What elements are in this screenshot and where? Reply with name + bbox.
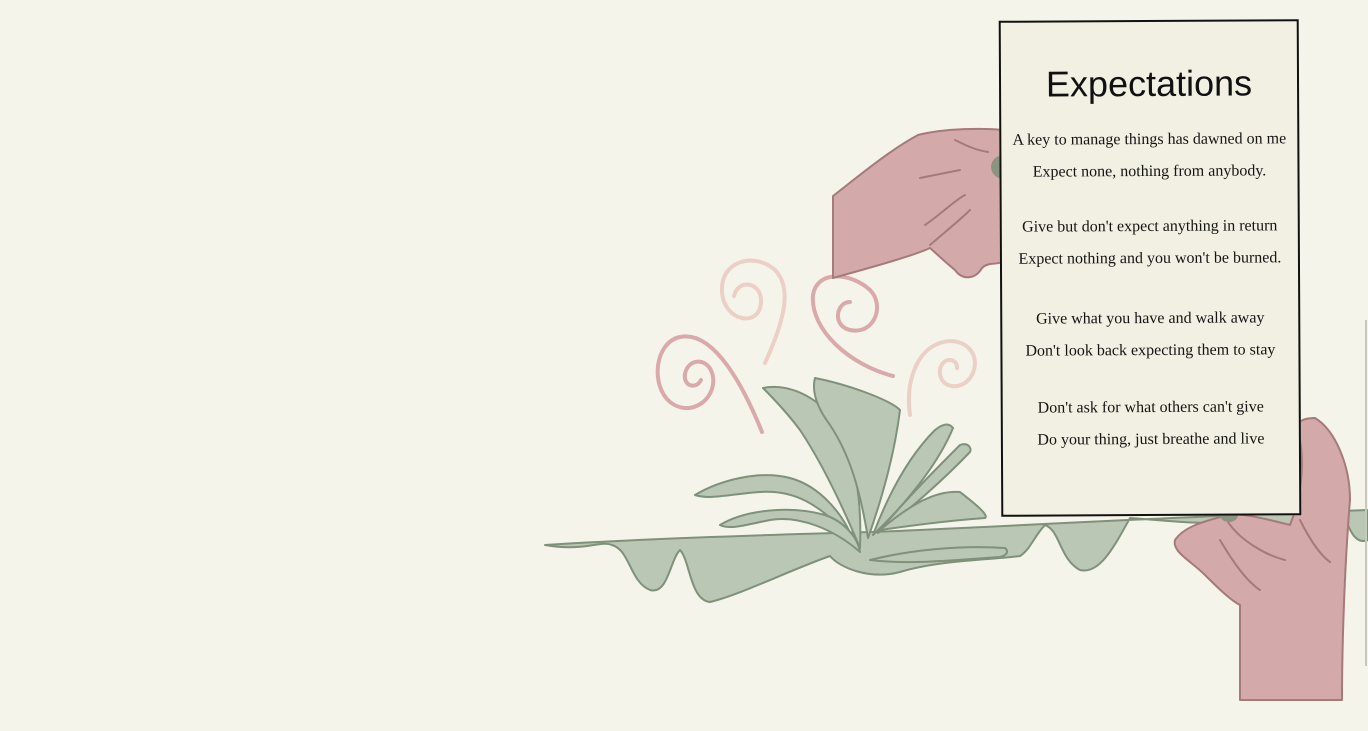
poem-card: Expectations A key to manage things has …: [998, 19, 1302, 517]
scroll-edge-divider: [1365, 320, 1367, 666]
poem-line: Don't ask for what others can't give: [1037, 398, 1264, 417]
poem-stanza-3: Give what you have and walk away Don't l…: [1002, 302, 1298, 368]
swirl-top-left-icon: [719, 258, 787, 365]
poem-line: Do your thing, just breathe and live: [1037, 430, 1265, 449]
poem-line: Give but don't expect anything in return: [1022, 217, 1278, 236]
poem-stanza-4: Don't ask for what others can't give Do …: [1003, 391, 1299, 457]
poem-title: Expectations: [1045, 62, 1253, 105]
poem-line: Expect none, nothing from anybody.: [1032, 162, 1267, 181]
holding-hand-top-icon: [832, 127, 1017, 279]
poem-line: Don't look back expecting them to stay: [1025, 341, 1276, 360]
swirl-center-icon: [810, 274, 895, 378]
poem-line: Expect nothing and you won't be burned.: [1018, 249, 1282, 268]
poem-stanza-2: Give but don't expect anything in return…: [1002, 210, 1298, 276]
poem-line: A key to manage things has dawned on me: [1012, 130, 1287, 149]
hand-top-palm: [832, 127, 1004, 279]
poem-stanza-1: A key to manage things has dawned on me …: [1001, 123, 1297, 189]
swirl-left-icon: [655, 334, 764, 434]
poem-line: Give what you have and walk away: [1036, 309, 1265, 328]
swirl-right-icon: [907, 339, 977, 417]
